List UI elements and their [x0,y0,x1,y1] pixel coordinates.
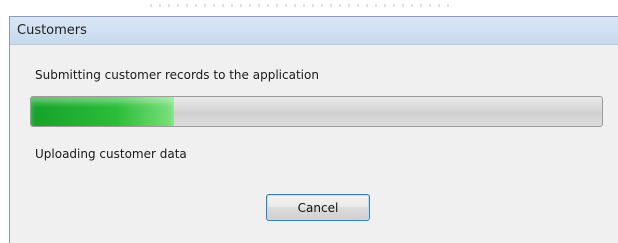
window-title: Customers [17,23,87,38]
upload-progress-bar [30,96,603,127]
progress-message: Submitting customer records to the appli… [35,68,319,82]
background-content [150,4,450,7]
progress-dialog: Customers Submitting customer records to… [9,16,618,243]
progress-fill [31,97,174,126]
title-bar[interactable]: Customers [10,17,618,45]
status-text: Uploading customer data [35,147,187,161]
cancel-button[interactable]: Cancel [266,194,370,221]
